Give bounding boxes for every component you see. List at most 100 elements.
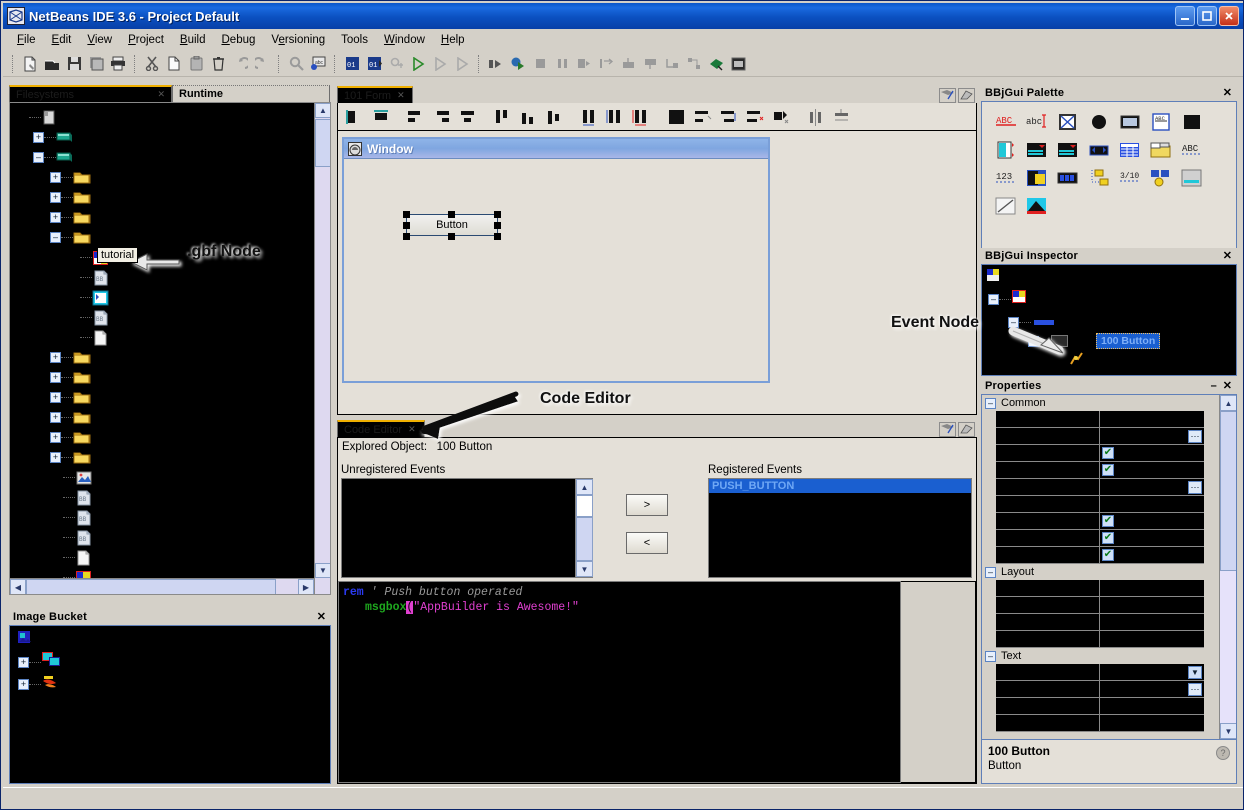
property-row[interactable] [996, 715, 1204, 732]
progress-bar-icon[interactable] [1052, 164, 1083, 192]
list-item[interactable]: + [18, 652, 63, 673]
tree-node-control[interactable]: – [1028, 335, 1068, 347]
child-window-icon[interactable]: ABC [1145, 108, 1176, 136]
property-value-cell[interactable] [1100, 614, 1204, 630]
unregistered-vscrollbar[interactable]: ▲ ▼ [575, 479, 593, 577]
align-left-icon[interactable] [404, 106, 428, 128]
collapse-handle[interactable]: – [1008, 317, 1019, 328]
property-row[interactable]: ✔ [996, 462, 1204, 479]
resize-handle-sw[interactable] [403, 233, 410, 240]
resize-handle-e[interactable] [494, 222, 501, 229]
palette-items[interactable]: ABC abc ABC ABC 123 3/10 [981, 101, 1237, 250]
scroll-down-icon[interactable]: ▼ [315, 563, 330, 578]
close-icon[interactable]: ✕ [1220, 87, 1235, 99]
tree-icon[interactable] [1083, 164, 1114, 192]
scroll-thumb-h[interactable] [26, 579, 276, 594]
debug-step-icon[interactable] [485, 53, 507, 75]
fill-icon[interactable] [665, 106, 689, 128]
same-height-icon[interactable] [604, 106, 628, 128]
find-replace-icon[interactable]: abc [307, 53, 329, 75]
step-return-icon[interactable] [661, 53, 683, 75]
tree-node[interactable] [16, 547, 330, 567]
inspector-selected-node[interactable]: 100 Button [1096, 333, 1161, 349]
designed-window-body[interactable]: Button [344, 159, 768, 381]
property-value-cell[interactable]: ✔ [1100, 445, 1204, 461]
delete-icon[interactable] [207, 53, 229, 75]
close-icon[interactable]: ✕ [408, 424, 416, 435]
menu-icon[interactable] [1145, 164, 1176, 192]
expand-handle[interactable]: + [18, 679, 29, 690]
tab-control-icon[interactable] [1145, 136, 1176, 164]
scroll-track[interactable] [576, 495, 593, 517]
stop-icon[interactable] [529, 53, 551, 75]
expand-handle[interactable]: + [50, 391, 61, 403]
resize-handle-ne[interactable] [494, 211, 501, 218]
menu-versioning[interactable]: Versioning [263, 32, 333, 48]
properties-grid[interactable]: – Common ⋯ ✔ ✔ ⋯ ✔ ✔ ✔ – Layout – Text ▼ ⋯ ▲ ▼ [981, 394, 1237, 740]
radio-button-icon[interactable] [1083, 108, 1114, 136]
maximize-icon[interactable] [958, 88, 975, 103]
status-bar-icon[interactable]: 3/10 [1114, 164, 1145, 192]
menu-view[interactable]: View [79, 32, 120, 48]
scroll-up-icon[interactable]: ▲ [576, 479, 593, 495]
image-control-icon[interactable] [1021, 164, 1052, 192]
event-node-icon[interactable] [1068, 351, 1084, 372]
expand-handle[interactable]: + [50, 411, 61, 423]
expand-handle[interactable]: + [50, 351, 61, 363]
property-row[interactable] [996, 614, 1204, 631]
center-vertical-icon[interactable] [830, 106, 854, 128]
property-checkbox[interactable]: ✔ [1102, 464, 1114, 476]
input-text-icon[interactable]: ABC [1176, 136, 1207, 164]
property-value-cell[interactable] [1100, 715, 1204, 731]
list-item[interactable]: + [18, 674, 63, 695]
minimize-button[interactable] [1175, 6, 1195, 26]
property-checkbox[interactable]: ✔ [1102, 447, 1114, 459]
tab-code-editor[interactable]: Code Editor ✕ [337, 420, 425, 437]
property-value-cell[interactable]: ✔ [1100, 530, 1204, 546]
expand-handle[interactable]: + [50, 191, 61, 203]
unregistered-events-list[interactable]: ▲ ▼ [341, 478, 593, 578]
property-row[interactable]: ✔ [996, 513, 1204, 530]
tree-node[interactable]: BB [16, 267, 330, 287]
chart-icon[interactable] [1021, 192, 1052, 220]
tree-node[interactable] [16, 107, 330, 127]
explorer-vscrollbar[interactable]: ▲ ▼ [314, 103, 330, 594]
filesystem-tree[interactable]: +–+++–BBBB++++++BBBBBBBBBBBBBBBB [10, 103, 330, 594]
debug-run-icon[interactable] [507, 53, 529, 75]
property-value-cell[interactable] [1100, 580, 1204, 596]
execute-stop-icon[interactable] [385, 53, 407, 75]
remove-event-button[interactable]: < [626, 532, 668, 554]
scroll-down-icon[interactable]: ▼ [576, 561, 593, 577]
menu-window[interactable]: Window [376, 32, 433, 48]
expand-handle[interactable]: + [18, 657, 29, 668]
run-icon[interactable] [407, 53, 429, 75]
property-row[interactable]: ✔ [996, 530, 1204, 547]
menu-project[interactable]: Project [120, 32, 172, 48]
collapse-handle[interactable]: – [988, 294, 999, 305]
input-numeric-icon[interactable]: 123 [990, 164, 1021, 192]
scroll-right-icon[interactable]: ▶ [298, 579, 314, 594]
image-bucket-body[interactable]: + + [9, 625, 331, 784]
close-icon[interactable]: ✕ [314, 611, 329, 623]
property-value-cell[interactable]: ⋯ [1100, 681, 1204, 697]
list-box-icon[interactable] [1021, 136, 1052, 164]
navigator-icon[interactable] [1083, 136, 1114, 164]
tree-node[interactable] [16, 467, 330, 487]
property-row[interactable]: ⋯ [996, 428, 1204, 445]
scroll-up-icon[interactable]: ▲ [1220, 395, 1236, 411]
tree-node[interactable]: – [16, 147, 330, 167]
same-size-icon[interactable] [630, 106, 654, 128]
properties-vscrollbar[interactable]: ▲ ▼ [1219, 395, 1236, 739]
expand-handle[interactable]: + [50, 451, 61, 463]
tab-runtime[interactable]: Runtime [172, 85, 330, 102]
step-out-icon[interactable] [617, 53, 639, 75]
list-spinner-icon[interactable] [1052, 136, 1083, 164]
property-ellipsis-button[interactable]: ⋯ [1188, 682, 1202, 696]
close-icon[interactable]: ✕ [397, 90, 405, 101]
property-value-cell[interactable] [1100, 496, 1204, 512]
copy-icon[interactable] [163, 53, 185, 75]
align-left-edge-icon[interactable] [343, 106, 367, 128]
properties-section-layout[interactable]: – Layout [982, 564, 1218, 580]
expand-handle[interactable]: + [50, 211, 61, 223]
inspector-tree[interactable]: – – – 100 Button [981, 264, 1237, 376]
